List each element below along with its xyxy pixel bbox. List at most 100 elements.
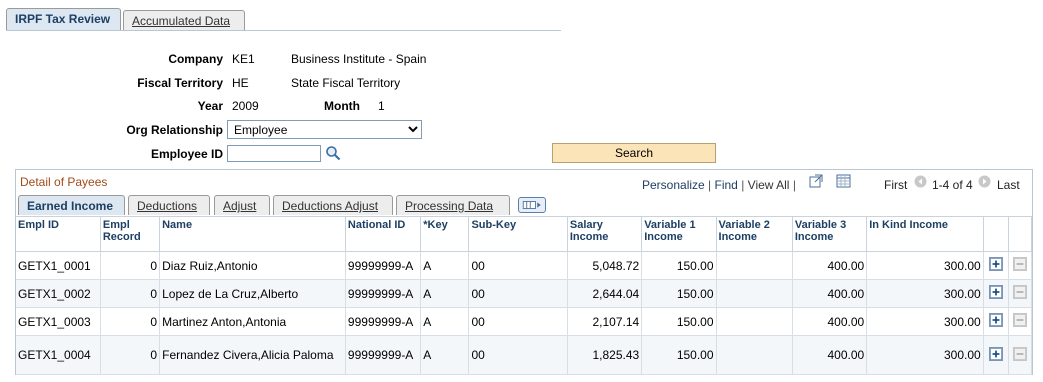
table-cell: Martinez Anton,Antonia	[159, 307, 346, 336]
delete-column-header	[1008, 216, 1033, 252]
tab-deductions-adjust[interactable]: Deductions Adjust	[273, 195, 393, 215]
add-row-icon[interactable]	[988, 285, 1003, 299]
add-row-cell	[983, 335, 1009, 375]
add-row-icon[interactable]	[988, 313, 1003, 327]
table-cell: 0	[100, 279, 161, 308]
tab-deductions-label: Deductions	[137, 199, 198, 213]
fiscal-territory-name: State Fiscal Territory	[291, 76, 401, 90]
table-cell: 2,107.14	[567, 307, 643, 336]
tab-adjust-label: Adjust	[223, 199, 257, 213]
table-cell: GETX1_0003	[16, 307, 101, 336]
tab-earned-income[interactable]: Earned Income	[18, 195, 125, 215]
table-cell: A	[420, 307, 470, 336]
grid-toolbar: Personalize | Find | View All |	[642, 178, 796, 192]
first-label: First	[884, 178, 908, 192]
column-header: Empl Record	[100, 216, 161, 252]
tab-accumulated-data[interactable]: Accumulated Data	[123, 10, 245, 31]
add-row-cell	[983, 251, 1009, 280]
delete-row-icon[interactable]	[1012, 313, 1027, 327]
column-header: Sub-Key	[468, 216, 568, 252]
org-relationship-select[interactable]: Employee	[227, 120, 422, 139]
column-header: National ID	[345, 216, 422, 252]
table-cell: 400.00	[792, 335, 868, 375]
table-cell: A	[420, 279, 470, 308]
column-header: Empl ID	[16, 216, 101, 252]
tab-deductions-adjust-label: Deductions Adjust	[282, 199, 379, 213]
table-cell: 300.00	[866, 279, 984, 308]
employee-id-input[interactable]	[227, 145, 321, 162]
add-row-cell	[983, 279, 1009, 308]
table-cell	[716, 307, 793, 336]
table-cell: 300.00	[866, 335, 984, 375]
delete-row-icon[interactable]	[1012, 257, 1027, 271]
table-cell: 2,644.04	[567, 279, 643, 308]
month-value: 1	[378, 99, 385, 113]
table-cell: 0	[100, 335, 161, 375]
toolbar-separator: |	[708, 178, 712, 192]
show-all-columns-icon[interactable]	[518, 197, 546, 213]
grid-title: Detail of Payees	[20, 175, 108, 189]
download-grid-icon[interactable]	[836, 174, 851, 188]
table-row: GETX1_0001 0 Diaz Ruiz,Antonio 99999999-A A 0…	[16, 251, 1033, 280]
view-all-link[interactable]: View All	[748, 178, 790, 192]
toolbar-separator: |	[792, 178, 796, 192]
personalize-link[interactable]: Personalize	[642, 178, 705, 192]
table-cell: 150.00	[641, 279, 717, 308]
table-cell: A	[420, 335, 470, 375]
table-cell: 99999999-A	[345, 307, 422, 336]
table-cell: 0	[100, 307, 161, 336]
column-header: Salary Income	[567, 216, 643, 252]
fiscal-territory-label: Fiscal Territory	[137, 76, 223, 90]
table-cell: 00	[468, 279, 568, 308]
table-cell: 5,048.72	[567, 251, 643, 280]
toolbar-separator: |	[741, 178, 745, 192]
table-cell: Lopez de La Cruz,Alberto	[159, 279, 346, 308]
company-name: Business Institute - Spain	[291, 52, 427, 66]
table-cell: 00	[468, 307, 568, 336]
tab-irpf-tax-review-label: IRPF Tax Review	[15, 12, 111, 26]
next-icon[interactable]	[978, 175, 991, 188]
tab-accumulated-data-label: Accumulated Data	[132, 14, 231, 28]
delete-row-cell	[1008, 307, 1033, 336]
table-cell: 300.00	[866, 251, 984, 280]
employee-id-label: Employee ID	[150, 147, 223, 161]
table-row: GETX1_0002 0 Lopez de La Cruz,Alberto 99999…	[16, 279, 1033, 308]
tab-adjust[interactable]: Adjust	[214, 195, 270, 215]
new-window-icon[interactable]	[809, 174, 823, 188]
column-header: Name	[159, 216, 346, 252]
table-cell: 99999999-A	[345, 251, 422, 280]
table-cell: GETX1_0001	[16, 251, 101, 280]
delete-row-cell	[1008, 279, 1033, 308]
table-cell: 150.00	[641, 307, 717, 336]
delete-row-icon[interactable]	[1012, 346, 1027, 361]
tab-irpf-tax-review[interactable]: IRPF Tax Review	[6, 8, 121, 31]
company-label: Company	[168, 52, 223, 66]
table-cell: 400.00	[792, 251, 868, 280]
delete-row-cell	[1008, 335, 1033, 375]
tab-processing-data[interactable]: Processing Data	[396, 195, 510, 215]
table-header-row: Empl ID Empl Record Name National ID *Ke…	[16, 216, 1033, 252]
find-link[interactable]: Find	[715, 178, 738, 192]
tab-earned-income-label: Earned Income	[27, 199, 114, 213]
add-row-icon[interactable]	[988, 346, 1003, 361]
table-cell: 400.00	[792, 307, 868, 336]
tab-deductions[interactable]: Deductions	[128, 195, 210, 215]
lookup-icon[interactable]	[325, 145, 341, 161]
table-cell: 150.00	[641, 251, 717, 280]
table-cell: 1,825.43	[567, 335, 643, 375]
table-cell: GETX1_0004	[16, 335, 101, 375]
add-row-cell	[983, 307, 1009, 336]
previous-icon[interactable]	[914, 175, 927, 188]
table-cell: 99999999-A	[345, 335, 422, 375]
add-row-icon[interactable]	[988, 257, 1003, 271]
add-column-header	[983, 216, 1009, 252]
table-cell: 300.00	[866, 307, 984, 336]
column-header: Variable 3 Income	[792, 216, 868, 252]
delete-row-icon[interactable]	[1012, 285, 1027, 299]
table-cell: 0	[100, 251, 161, 280]
row-range: 1-4 of 4	[932, 178, 973, 192]
table-cell: 150.00	[641, 335, 717, 375]
tab-processing-data-label: Processing Data	[405, 199, 494, 213]
detail-of-payees-grid: Detail of Payees Personalize | Find | Vi…	[15, 169, 1033, 375]
search-button[interactable]: Search	[552, 143, 716, 163]
